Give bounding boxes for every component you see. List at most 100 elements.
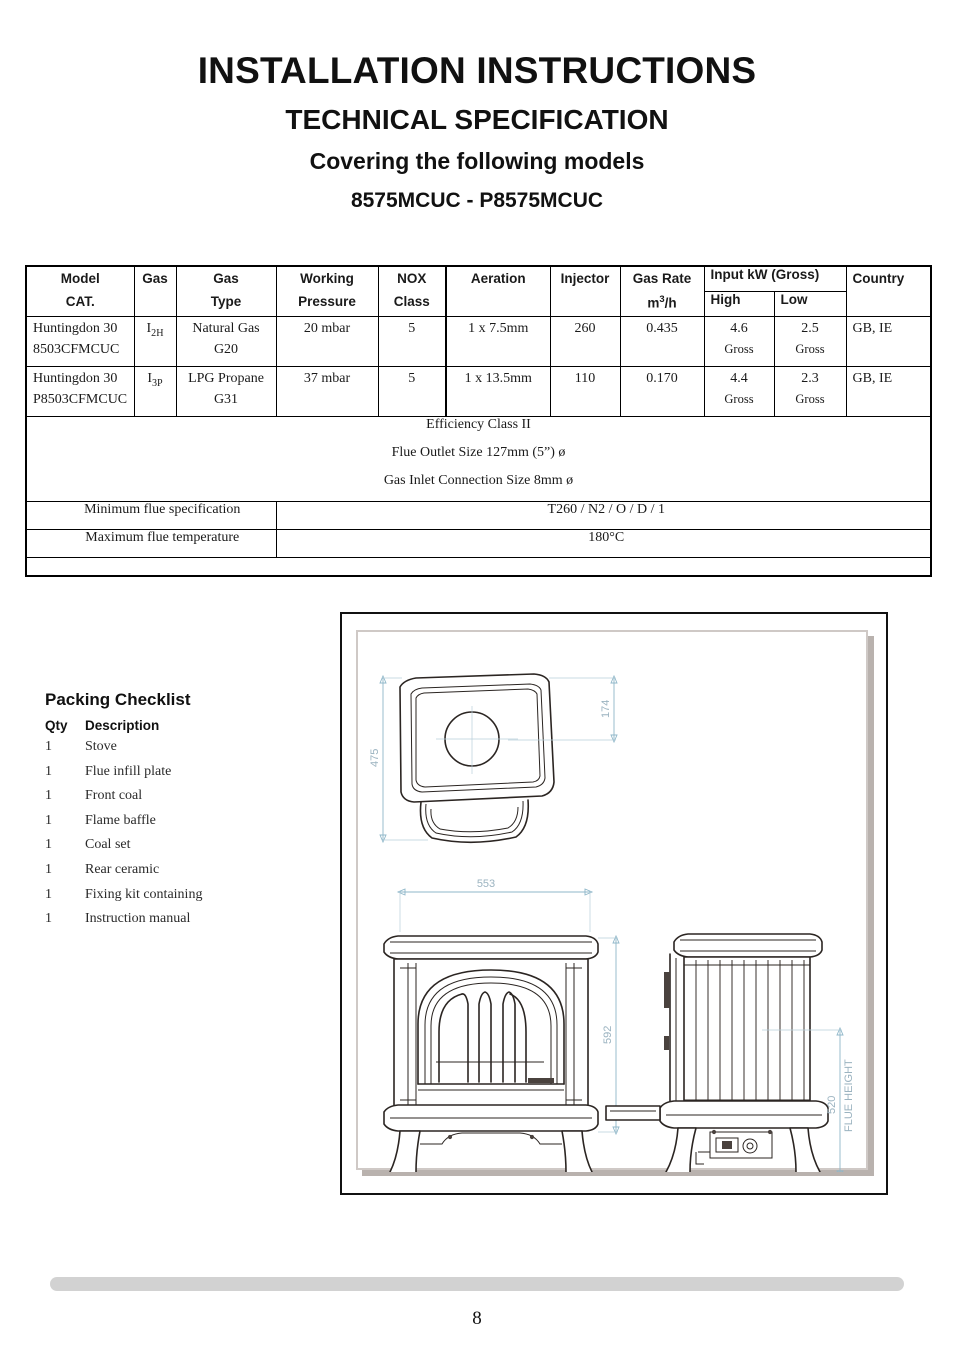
note-row: Gas Inlet Connection Size 8mm ø — [25, 473, 932, 502]
document-page: INSTALLATION INSTRUCTIONS TECHNICAL SPEC… — [0, 0, 954, 1351]
header-country: Country — [845, 265, 932, 317]
item-qty: 1 — [45, 812, 52, 828]
technical-drawing-panel: .ink{fill:none;stroke:#2b2522;stroke-wid… — [340, 612, 888, 1195]
page-number: 8 — [472, 1308, 482, 1329]
list-item: 1 Instruction manual — [45, 911, 335, 927]
cell-injector: 260 — [549, 316, 621, 367]
flue-temp-row: Maximum flue temperature 180°C — [25, 529, 932, 558]
dim-plan-flue-offset: 174 — [600, 700, 612, 718]
table-tail-cell — [25, 557, 932, 577]
value-minimum-flue-specification: T260 / N2 / O / D / 1 — [275, 501, 932, 530]
packing-col-description: Description — [85, 718, 160, 733]
item-qty: 1 — [45, 763, 52, 779]
dim-front-width-top: 553 — [477, 878, 495, 890]
header-input-high: High — [703, 291, 775, 317]
note-gas-inlet-size: Gas Inlet Connection Size 8mm ø — [25, 473, 932, 502]
note-efficiency-class: Efficiency Class II — [25, 416, 932, 445]
technical-specification-table: Model CAT. Gas Gas Type Working Pressure… — [25, 265, 932, 577]
header-gas-type: Gas Type — [175, 265, 277, 317]
cell-aeration: 1 x 7.5mm — [445, 316, 551, 367]
cell-country: GB, IE — [845, 366, 932, 417]
cell-working-pressure: 37 mbar — [275, 366, 379, 417]
dim-flue-height-value: 520 — [826, 1096, 838, 1114]
list-item: 1 Flue infill plate — [45, 764, 335, 780]
packing-checklist-header: Qty Description — [45, 718, 335, 733]
packing-checklist: Packing Checklist Qty Description 1 Stove … — [45, 690, 335, 936]
item-desc: Fixing kit containing — [85, 886, 203, 902]
page-headings: INSTALLATION INSTRUCTIONS TECHNICAL SPEC… — [0, 0, 954, 213]
list-item: 1 Rear ceramic — [45, 862, 335, 878]
packing-checklist-title: Packing Checklist — [45, 690, 191, 709]
note-row: Flue Outlet Size 127mm (5”) ø — [25, 445, 932, 473]
side-elevation-view — [605, 933, 829, 1179]
plan-view: 475 174 — [369, 673, 618, 844]
cell-injector: 110 — [549, 366, 621, 417]
front-elevation-view — [383, 935, 599, 1179]
cell-input-high: 4.4 Gross — [703, 366, 775, 417]
item-qty: 1 — [45, 886, 52, 902]
cell-gas-cat: I2H — [133, 316, 177, 367]
item-qty: 1 — [45, 788, 52, 804]
cell-aeration: 1 x 13.5mm — [445, 366, 551, 417]
packing-col-qty: Qty — [45, 718, 68, 733]
item-desc: Instruction manual — [85, 911, 191, 927]
cell-input-low: 2.5 Gross — [773, 316, 847, 367]
dim-front-width-group: 553 — [396, 878, 594, 932]
list-item: 1 Flame baffle — [45, 813, 335, 829]
header-input-kw-group: Input kW (Gross) — [703, 265, 847, 292]
footer-divider-bar — [50, 1277, 904, 1291]
list-item: 1 Front coal — [45, 788, 335, 804]
table-row: Huntingdon 30 P8503CFMCUC I3P LPG Propan… — [25, 366, 932, 417]
cell-gas-rate: 0.435 — [619, 316, 705, 367]
cell-gas-type: Natural Gas G20 — [175, 316, 277, 367]
technical-drawing-svg: .ink{fill:none;stroke:#2b2522;stroke-wid… — [358, 632, 866, 1192]
cell-gas-cat: I3P — [133, 366, 177, 417]
cell-model: Huntingdon 30 8503CFMCUC — [25, 316, 135, 367]
cell-model: Huntingdon 30 P8503CFMCUC — [25, 366, 135, 417]
header-gas-rate: Gas Rate m3/h — [619, 265, 705, 317]
header-nox-class: NOX Class — [377, 265, 447, 317]
list-item: 1 Fixing kit containing — [45, 887, 335, 903]
dim-front-height-group: 592 — [598, 934, 620, 1136]
title-technical-specification: TECHNICAL SPECIFICATION — [285, 103, 669, 135]
cell-working-pressure: 20 mbar — [275, 316, 379, 367]
list-item: 1 Coal set — [45, 837, 335, 853]
item-qty: 1 — [45, 837, 52, 853]
item-qty: 1 — [45, 739, 52, 754]
flue-spec-row: Minimum flue specification T260 / N2 / O… — [25, 501, 932, 530]
note-row: Efficiency Class II — [25, 416, 932, 445]
list-item: 1 Stove — [45, 739, 335, 755]
header-gas-rate-units: m3/h — [647, 294, 677, 311]
cell-nox-class: 5 — [377, 366, 447, 417]
item-desc: Stove — [85, 739, 117, 754]
item-desc: Flame baffle — [85, 812, 156, 828]
value-maximum-flue-temperature: 180°C — [275, 529, 932, 558]
table-row: Huntingdon 30 8503CFMCUC I2H Natural Gas… — [25, 316, 932, 367]
item-qty: 1 — [45, 861, 52, 877]
header-gas-cat: Gas — [133, 265, 177, 317]
header-input-low: Low — [773, 291, 847, 317]
table-header-row: Model CAT. Gas Gas Type Working Pressure… — [25, 265, 932, 317]
cell-input-high: 4.6 Gross — [703, 316, 775, 367]
technical-drawing-frame: .ink{fill:none;stroke:#2b2522;stroke-wid… — [356, 630, 868, 1192]
header-injector: Injector — [549, 265, 621, 317]
cell-gas-rate: 0.170 — [619, 366, 705, 417]
item-desc: Flue infill plate — [85, 763, 172, 779]
dim-front-height: 592 — [602, 1026, 614, 1044]
label-maximum-flue-temperature: Maximum flue temperature — [25, 529, 277, 558]
title-model-numbers: 8575MCUC - P8575MCUC — [350, 188, 604, 212]
header-working-pressure: Working Pressure — [275, 265, 379, 317]
cell-nox-class: 5 — [377, 316, 447, 367]
title-covering-models: Covering the following models — [309, 147, 645, 174]
table-tail-row — [25, 557, 932, 577]
dim-flue-height-label: FLUE HEIGHT — [843, 1059, 855, 1132]
item-desc: Coal set — [85, 837, 131, 853]
note-flue-outlet-size: Flue Outlet Size 127mm (5”) ø — [25, 445, 932, 473]
cell-country: GB, IE — [845, 316, 932, 367]
cell-input-low: 2.3 Gross — [773, 366, 847, 417]
item-desc: Rear ceramic — [85, 861, 160, 877]
item-desc: Front coal — [85, 788, 143, 804]
header-model: Model CAT. — [25, 265, 135, 317]
cell-gas-type: LPG Propane G31 — [175, 366, 277, 417]
item-qty: 1 — [45, 911, 52, 927]
